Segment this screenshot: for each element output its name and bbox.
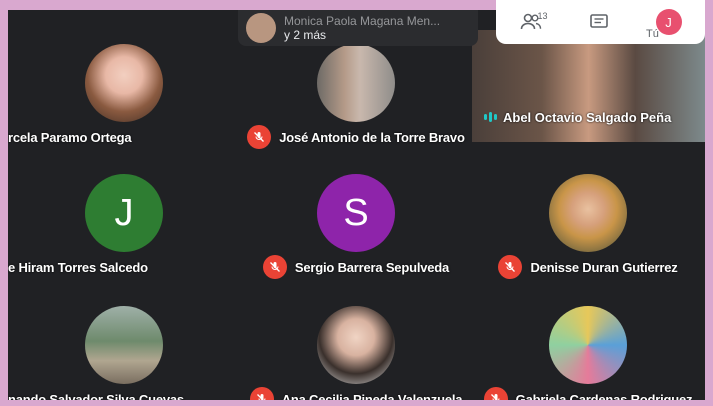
joiner-more: y 2 más [284, 28, 327, 42]
participant-tile[interactable]: J e Hiram Torres Salcedo [8, 160, 240, 290]
meeting-toolbar: 13 J Tú [496, 0, 705, 44]
participant-name: Sergio Barrera Sepulveda [294, 259, 450, 275]
participants-button[interactable]: 13 [520, 11, 548, 31]
avatar: J [85, 174, 163, 252]
participant-name: Gabriela Cardenas Rodriguez [515, 391, 693, 401]
mic-off-icon [262, 255, 287, 279]
joiner-name: Monica Paola Magana Men... [284, 14, 441, 28]
avatar: S [317, 174, 395, 252]
participant-tile[interactable]: Ana Cecilia Pineda Valenzuela [240, 292, 472, 400]
avatar [317, 44, 395, 122]
participant-name: nando Salvador Silva Cuevas [8, 391, 184, 401]
participant-tile[interactable]: S Sergio Barrera Sepulveda [240, 160, 472, 290]
chat-button[interactable] [589, 13, 609, 31]
participant-name: rcela Paramo Ortega [8, 129, 132, 145]
meeting-window: rcela Paramo Ortega José Antonio de la T… [0, 0, 713, 406]
speaking-indicator-icon [484, 112, 497, 122]
avatar [317, 306, 395, 384]
you-label: Tú [646, 28, 659, 40]
mic-off-icon [483, 387, 508, 400]
join-notification[interactable]: Monica Paola Magana Men... y 2 más [238, 10, 478, 46]
participant-name: José Antonio de la Torre Bravo [279, 129, 465, 145]
participant-name: Abel Octavio Salgado Peña [503, 109, 672, 125]
participant-tile[interactable]: rcela Paramo Ortega [8, 30, 240, 160]
participant-tile[interactable]: José Antonio de la Torre Bravo [240, 30, 472, 160]
participant-name: Ana Cecilia Pineda Valenzuela [281, 391, 463, 401]
participant-video-tile[interactable]: Abel Octavio Salgado Peña [472, 30, 705, 142]
participant-tile[interactable]: nando Salvador Silva Cuevas [8, 292, 240, 400]
mic-off-icon [498, 255, 523, 279]
chat-icon [589, 14, 608, 28]
mic-off-icon [249, 387, 274, 400]
avatar [246, 13, 276, 43]
avatar-initial: J [665, 14, 672, 30]
participant-tile[interactable]: Denisse Duran Gutierrez [472, 160, 704, 290]
avatar-initial: J [114, 191, 134, 234]
mic-off-icon [247, 125, 272, 149]
avatar: J [655, 9, 682, 35]
participant-tile[interactable]: Gabriela Cardenas Rodriguez [472, 292, 704, 400]
avatar-initial: S [343, 191, 369, 234]
participant-name: Denisse Duran Gutierrez [530, 259, 678, 275]
participant-grid: rcela Paramo Ortega José Antonio de la T… [8, 10, 705, 400]
participants-count: 13 [537, 11, 548, 21]
avatar [549, 306, 627, 384]
participant-name: e Hiram Torres Salcedo [8, 259, 148, 275]
avatar [85, 44, 163, 122]
avatar [85, 306, 163, 384]
self-view-button[interactable]: J [655, 9, 682, 35]
avatar [549, 174, 627, 252]
